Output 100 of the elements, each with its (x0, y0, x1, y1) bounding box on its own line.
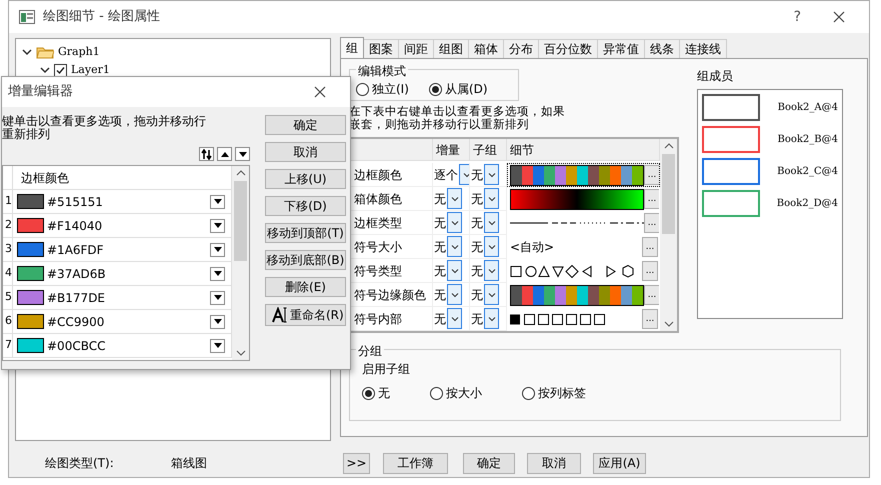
dropdown-button[interactable] (210, 242, 225, 256)
tab[interactable]: 异常值 (597, 39, 645, 58)
scroll-up-icon[interactable] (236, 169, 246, 177)
tab[interactable]: 百分位数 (538, 39, 598, 58)
tab[interactable]: 图案 (363, 39, 399, 58)
member-name: Book2_D@4 (776, 197, 838, 211)
editor-button[interactable]: 移动到顶部(T) (265, 223, 346, 243)
checkbox[interactable] (54, 64, 67, 76)
detail-cell[interactable]: ... (507, 187, 660, 211)
detail-cell[interactable]: ... (507, 307, 660, 331)
triangle-down-icon (214, 319, 222, 324)
editor-button[interactable]: 移动到底部(B) (265, 250, 346, 270)
triangle-down-icon (238, 152, 246, 156)
radio-button[interactable]: 按列标签 (522, 384, 586, 402)
scrollbar[interactable] (660, 139, 677, 331)
move-up-button[interactable] (217, 147, 232, 161)
tree-item[interactable]: Graph1 (58, 44, 100, 60)
folder-icon (36, 45, 54, 59)
radio-button[interactable]: 独立(I) (356, 80, 409, 98)
tab[interactable]: 分布 (503, 39, 539, 58)
column-header: 增量 (433, 139, 470, 161)
triangle-up-icon (220, 152, 228, 156)
radio-button[interactable]: 无 (362, 384, 390, 402)
editor-button[interactable]: 确定 (265, 115, 346, 135)
window-title: 增量编辑器 (8, 83, 74, 102)
more-button[interactable]: ... (644, 165, 659, 185)
column-header: 边框颜色 (13, 166, 232, 190)
radio-button[interactable]: 从属(D) (428, 80, 488, 98)
tree-item[interactable]: Layer1 (71, 62, 110, 78)
dropdown-button[interactable] (210, 290, 225, 304)
detail-cell[interactable]: ... (507, 163, 660, 187)
field-label: 绘图类型(T): (45, 455, 115, 472)
dropdown-button[interactable] (210, 194, 225, 208)
color-value: #00CBCC (47, 338, 106, 354)
scroll-down-icon[interactable] (236, 349, 246, 357)
row-number: 5 (3, 286, 13, 310)
dialog-button[interactable]: >> (343, 452, 370, 474)
more-button[interactable]: ... (642, 261, 658, 281)
more-button[interactable]: ... (642, 309, 658, 329)
color-value: #B177DE (47, 290, 106, 306)
dialog-button[interactable]: 取消 (527, 452, 581, 474)
triangle-down-icon (214, 271, 222, 276)
sort-button[interactable] (199, 147, 214, 161)
dropdown-button[interactable] (210, 266, 225, 280)
color-value: #37AD6B (47, 266, 107, 282)
triangle-down-icon (214, 199, 222, 204)
window-title: 绘图细节 - 绘图属性 (43, 8, 161, 26)
editor-button[interactable]: 重命名(R) (265, 304, 346, 326)
member-name: Book2_C@4 (777, 165, 838, 179)
move-down-button[interactable] (235, 147, 250, 161)
expand-icon[interactable] (22, 47, 32, 57)
row-number: 7 (3, 334, 13, 358)
scrollbar[interactable] (232, 166, 249, 360)
row-number: 6 (3, 310, 13, 334)
column-header: 细节 (507, 139, 660, 161)
color-value: #CC9900 (47, 314, 106, 330)
editor-button[interactable]: 取消 (265, 142, 346, 162)
radio-button[interactable]: 按大小 (430, 384, 482, 402)
more-button[interactable]: ... (642, 237, 658, 257)
detail-cell[interactable]: ... (507, 211, 660, 235)
row-number: 1 (3, 190, 13, 214)
scroll-down-icon[interactable] (664, 320, 674, 328)
member-name: Book2_A@4 (778, 101, 838, 115)
member-name: Book2_B@4 (777, 133, 838, 147)
more-button[interactable]: ... (644, 189, 659, 209)
detail-cell[interactable]: <自动> ... (507, 235, 660, 259)
increment-dropdown[interactable]: 逐个 (434, 164, 469, 186)
close-icon (314, 86, 326, 98)
dropdown-button[interactable] (210, 338, 225, 352)
tab[interactable]: 箱体 (468, 39, 504, 58)
more-button[interactable]: ... (644, 213, 659, 233)
triangle-down-icon (214, 295, 222, 300)
app-icon (19, 10, 35, 24)
color-value: #515151 (47, 194, 104, 210)
help-button[interactable]: ? (782, 10, 813, 24)
dropdown-button[interactable] (210, 314, 225, 328)
dialog-button[interactable]: 工作簿 (383, 452, 448, 474)
field-value: 箱线图 (171, 455, 208, 472)
detail-cell[interactable]: ... (507, 283, 660, 307)
close-icon (833, 11, 845, 24)
tab[interactable]: 连接线 (679, 39, 727, 58)
editor-button[interactable]: 上移(U) (265, 169, 346, 189)
scroll-up-icon[interactable] (664, 142, 674, 150)
sort-icon (201, 148, 212, 160)
editor-button[interactable]: 下移(D) (265, 196, 346, 216)
tab[interactable]: 间距 (398, 39, 434, 58)
instruction-text: 键单击以查看更多选项，拖动并移动行 (2, 115, 207, 128)
row-number: 2 (3, 214, 13, 238)
dialog-button[interactable]: 应用(A) (593, 452, 646, 474)
editor-button[interactable]: 删除(E) (265, 277, 346, 297)
group-subtitle: 启用子组 (362, 361, 411, 378)
more-button[interactable]: ... (644, 285, 659, 305)
expand-icon[interactable] (40, 65, 50, 75)
color-value: #F14040 (47, 218, 104, 234)
tab[interactable]: 组 (340, 37, 364, 58)
detail-cell[interactable]: ... (507, 259, 660, 283)
dialog-button[interactable]: 确定 (463, 452, 515, 474)
group-title: 分组 (356, 342, 384, 360)
row-number: 4 (3, 262, 13, 286)
dropdown-button[interactable] (210, 218, 225, 232)
